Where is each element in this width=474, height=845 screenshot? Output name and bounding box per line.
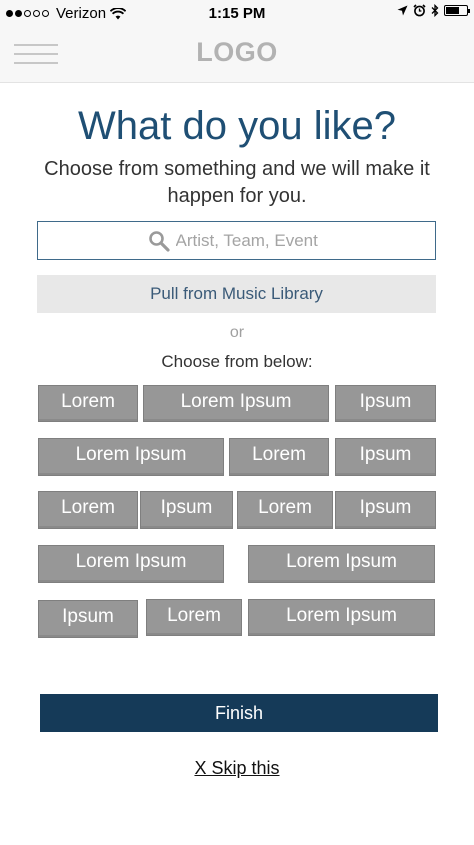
search-input[interactable]	[175, 230, 326, 251]
tag-lorem[interactable]: Lorem	[146, 599, 242, 636]
skip-container: X Skip this	[0, 758, 474, 779]
tag-lorem[interactable]: Lorem	[237, 491, 333, 529]
tag-lorem-ipsum[interactable]: Lorem Ipsum	[38, 545, 224, 583]
bluetooth-icon	[431, 4, 439, 17]
search-box[interactable]	[37, 221, 436, 260]
tag-ipsum[interactable]: Ipsum	[335, 385, 436, 422]
status-bar: Verizon 1:15 PM	[0, 0, 474, 28]
tag-ipsum[interactable]: Ipsum	[335, 491, 436, 529]
tag-ipsum[interactable]: Ipsum	[140, 491, 233, 529]
page-subtitle: Choose from something and we will make i…	[44, 158, 430, 207]
alarm-icon	[413, 4, 426, 17]
skip-link[interactable]: X Skip this	[194, 758, 279, 778]
choose-from-below-label: Choose from below:	[161, 352, 313, 371]
tag-lorem-ipsum[interactable]: Lorem Ipsum	[38, 438, 224, 476]
tag-ipsum[interactable]: Ipsum	[38, 600, 138, 638]
pull-music-library-button[interactable]: Pull from Music Library	[37, 275, 436, 313]
location-arrow-icon	[397, 5, 408, 16]
finish-button[interactable]: Finish	[40, 694, 438, 732]
tag-lorem[interactable]: Lorem	[229, 438, 329, 476]
search-icon	[148, 230, 170, 252]
status-right	[397, 4, 470, 17]
tag-lorem-ipsum[interactable]: Lorem Ipsum	[248, 599, 435, 636]
or-divider-text: or	[229, 324, 245, 341]
tag-lorem[interactable]: Lorem	[38, 385, 138, 422]
battery-icon	[444, 5, 470, 16]
tag-ipsum[interactable]: Ipsum	[335, 438, 436, 476]
tag-lorem[interactable]: Lorem	[38, 491, 138, 529]
tag-lorem-ipsum[interactable]: Lorem Ipsum	[248, 545, 435, 583]
logo: LOGO	[196, 37, 278, 67]
page-title: What do you like?	[78, 104, 396, 148]
tag-lorem-ipsum[interactable]: Lorem Ipsum	[143, 385, 329, 422]
nav-bar: LOGO	[0, 28, 474, 83]
